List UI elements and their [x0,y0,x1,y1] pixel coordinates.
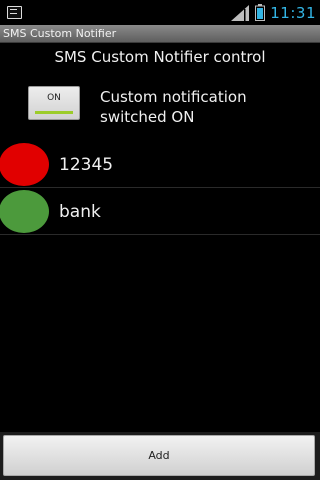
add-button[interactable]: Add [3,435,315,476]
contact-row-12345[interactable]: 12345 [0,141,320,188]
contact-name: 12345 [59,155,114,175]
contact-name: bank [59,202,101,222]
status-time: 11:31 [270,3,316,22]
bottom-bar: Add [0,432,320,480]
status-icons: 11:31 [230,0,316,25]
toggle-indicator [35,111,73,114]
contact-list: 12345 bank [0,141,320,235]
contact-color-dot [0,143,49,186]
toggle-description: Custom notification switched ON [100,87,310,127]
toggle-label: ON [47,93,61,103]
page-heading: SMS Custom Notifier control [54,48,266,66]
status-bar: 11:31 [0,0,320,25]
toggle-description-line1: Custom notification [100,88,247,106]
app-title: SMS Custom Notifier [3,27,117,40]
signal-icon [231,4,250,21]
toggle-description-line2: switched ON [100,108,195,126]
contact-color-dot [0,190,49,233]
notification-toggle[interactable]: ON [28,86,80,120]
contact-row-bank[interactable]: bank [0,188,320,235]
notification-icon [7,6,22,19]
app-screen: 11:31 SMS Custom Notifier SMS Custom Not… [0,0,320,480]
battery-icon [255,4,266,21]
title-bar: SMS Custom Notifier [0,25,320,43]
